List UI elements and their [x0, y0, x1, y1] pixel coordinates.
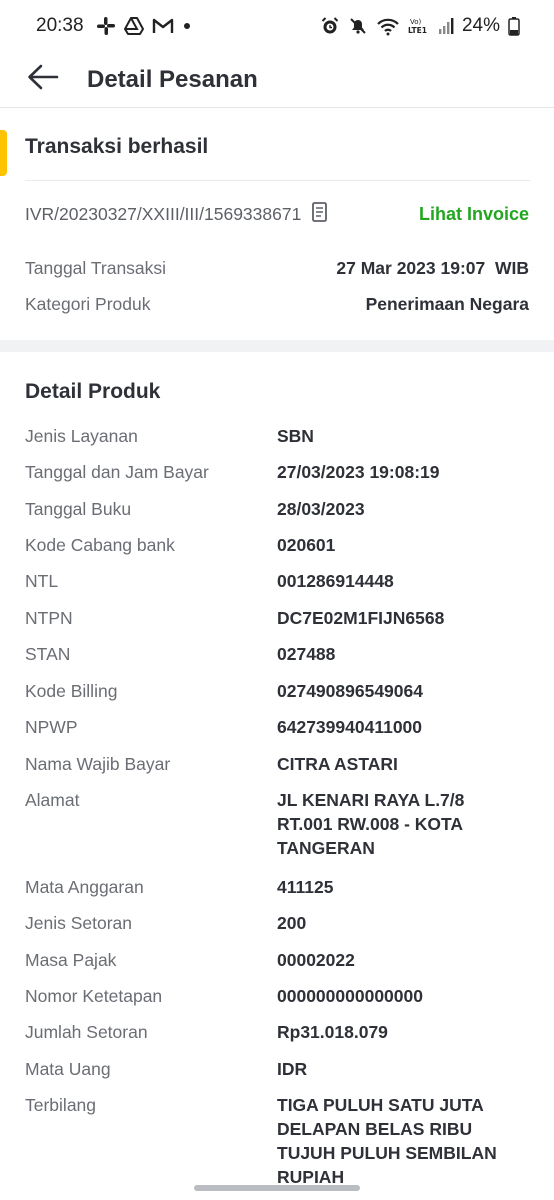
row-label: Masa Pajak — [25, 950, 117, 970]
row-value: 001286914448 — [277, 571, 394, 591]
row-value: SBN — [277, 426, 314, 446]
back-button[interactable] — [26, 63, 60, 97]
row-value: 28/03/2023 — [277, 499, 365, 519]
row-label: Jumlah Setoran — [25, 1022, 148, 1042]
row-label: Kategori Produk — [25, 293, 151, 314]
detail-row: STAN 027488 — [25, 642, 534, 666]
row-label: NTL — [25, 571, 59, 591]
detail-row: NPWP 642739940411000 — [25, 715, 534, 739]
row-label: Mata Uang — [25, 1059, 111, 1079]
detail-row: Alamat JL KENARI RAYA L.7/8 RT.001 RW.00… — [25, 788, 534, 860]
status-accent-bar — [0, 130, 7, 176]
detail-row: NTL 001286914448 — [25, 569, 534, 593]
row-label: Tanggal dan Jam Bayar — [25, 462, 209, 482]
notification-dot-icon — [182, 21, 192, 31]
row-label: STAN — [25, 644, 71, 664]
section-divider — [0, 340, 554, 352]
slack-icon — [96, 16, 116, 36]
page-title: Detail Pesanan — [87, 65, 258, 93]
page: 20:38 Vo) LTE1 24% Detail Pesanan Transa… — [0, 0, 554, 1200]
alarm-icon — [320, 16, 340, 36]
row-value: 027490896549064 — [277, 681, 423, 701]
row-label: Tanggal Transaksi — [25, 257, 167, 278]
svg-text:LTE1: LTE1 — [408, 26, 427, 35]
row-label: Terbilang — [25, 1095, 97, 1115]
detail-row: Mata Uang IDR — [25, 1057, 534, 1081]
detail-row: NTPN DC7E02M1FIJN6568 — [25, 606, 534, 630]
row-value: Penerimaan Negara — [365, 293, 529, 314]
row-value: CITRA ASTARI — [277, 754, 398, 774]
row-value: 00002022 — [277, 950, 355, 970]
copy-icon — [311, 201, 329, 228]
app-bar: Detail Pesanan — [0, 52, 554, 108]
detail-row: Nomor Ketetapan 000000000000000 — [25, 984, 534, 1008]
divider — [25, 180, 530, 181]
transaction-status: Transaksi berhasil — [25, 135, 209, 158]
transaction-date-row: Tanggal Transaksi 27 Mar 2023 19:07 WIB — [25, 255, 529, 281]
row-value: 27/03/2023 19:08:19 — [277, 462, 440, 482]
detail-row: Masa Pajak 00002022 — [25, 948, 534, 972]
drive-icon — [123, 16, 144, 36]
home-indicator[interactable] — [194, 1185, 360, 1191]
arrow-left-icon — [26, 63, 60, 96]
row-label: Mata Anggaran — [25, 877, 144, 897]
row-value: 411125 — [277, 877, 334, 897]
row-label: Kode Cabang bank — [25, 535, 175, 555]
battery-icon — [508, 16, 520, 36]
section-title: Detail Produk — [25, 380, 161, 403]
detail-row: Tanggal Buku 28/03/2023 — [25, 497, 534, 521]
product-category-row: Kategori Produk Penerimaan Negara — [25, 291, 529, 317]
product-detail-section: Detail Produk Jenis Layanan SBN Tanggal … — [0, 352, 554, 1200]
detail-row: Tanggal dan Jam Bayar 27/03/2023 19:08:1… — [25, 460, 534, 484]
row-label: Nama Wajib Bayar — [25, 754, 171, 774]
mute-icon — [348, 16, 368, 36]
row-value: 642739940411000 — [277, 717, 423, 737]
row-label: NPWP — [25, 717, 78, 737]
row-label: Alamat — [25, 790, 80, 810]
detail-row: Jenis Setoran 200 — [25, 911, 534, 935]
row-label: Jenis Setoran — [25, 913, 133, 933]
detail-row: Terbilang TIGA PULUH SATU JUTA DELAPAN B… — [25, 1093, 534, 1188]
row-label: Nomor Ketetapan — [25, 986, 163, 1006]
row-value: 27 Mar 2023 19:07 WIB — [336, 257, 529, 278]
row-value: JL KENARI RAYA L.7/8 RT.001 RW.008 - KOT… — [277, 790, 465, 858]
row-label: Tanggal Buku — [25, 499, 132, 519]
row-label: Jenis Layanan — [25, 426, 138, 446]
transaction-id-row: IVR/20230327/XXIII/III/1569338671 Lihat … — [25, 200, 529, 228]
detail-row: Mata Anggaran 411125 — [25, 875, 534, 899]
row-value: 020601 — [277, 535, 336, 555]
battery-percent: 24% — [461, 15, 500, 36]
row-label: Kode Billing — [25, 681, 118, 701]
row-label: NTPN — [25, 608, 73, 628]
row-value: 200 — [277, 913, 307, 933]
wifi-icon — [376, 16, 400, 36]
transaction-card: Transaksi berhasil IVR/20230327/XXIII/II… — [0, 110, 554, 340]
row-value: DC7E02M1FIJN6568 — [277, 608, 445, 628]
status-time: 20:38 — [36, 15, 84, 36]
signal-icon — [438, 17, 454, 35]
volte-lte-icon: Vo) LTE1 — [408, 16, 430, 36]
row-value: 000000000000000 — [277, 986, 423, 1006]
copy-button[interactable] — [310, 201, 330, 228]
status-bar: 20:38 Vo) LTE1 24% — [0, 0, 554, 52]
gmail-icon — [152, 17, 174, 35]
detail-row: Kode Cabang bank 020601 — [25, 533, 534, 557]
view-invoice-link[interactable]: Lihat Invoice — [419, 204, 529, 225]
detail-row: Kode Billing 027490896549064 — [25, 679, 534, 703]
row-value: 027488 — [277, 644, 336, 664]
row-value: IDR — [277, 1059, 308, 1079]
row-value: Rp31.018.079 — [277, 1022, 388, 1042]
row-value: TIGA PULUH SATU JUTA DELAPAN BELAS RIBU … — [277, 1095, 497, 1187]
detail-row: Jenis Layanan SBN — [25, 424, 534, 448]
transaction-reference: IVR/20230327/XXIII/III/1569338671 — [25, 203, 302, 224]
detail-row: Nama Wajib Bayar CITRA ASTARI — [25, 752, 534, 776]
svg-text:Vo): Vo) — [410, 18, 422, 26]
detail-row: Jumlah Setoran Rp31.018.079 — [25, 1020, 534, 1044]
